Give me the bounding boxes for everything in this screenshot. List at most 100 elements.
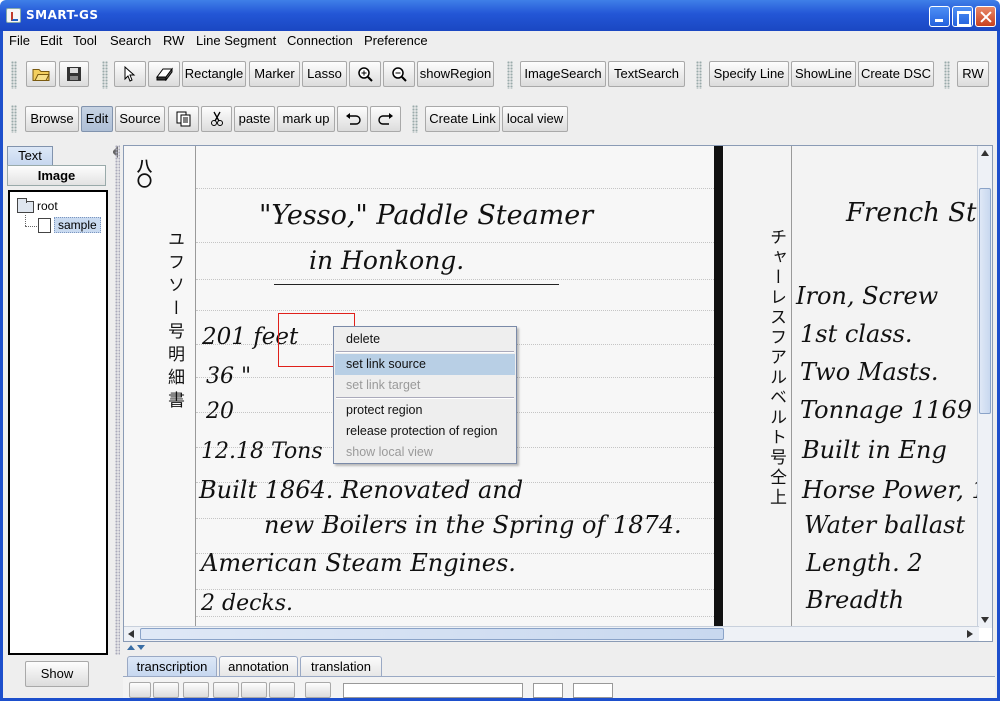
menu-search[interactable]: Search <box>110 33 151 48</box>
maximize-button[interactable] <box>952 6 973 27</box>
toolbar-grip[interactable] <box>11 105 17 133</box>
scroll-up-arrow-icon[interactable] <box>981 150 989 156</box>
vertical-japanese-title-right: チャーレスフアルベルト号仝上 <box>766 228 786 508</box>
show-region-button[interactable]: showRegion <box>417 61 494 87</box>
vertical-scroll-thumb[interactable] <box>979 188 991 414</box>
align-center-button[interactable] <box>241 682 267 698</box>
format-button[interactable] <box>183 682 209 698</box>
document-viewer[interactable]: 八〇 ユフソー号明細書 "Yesso," Paddle Steamer in H… <box>123 145 993 642</box>
tree-item-sample[interactable]: sample <box>54 217 101 233</box>
toolbar-grip[interactable] <box>944 61 950 89</box>
font-select[interactable] <box>343 683 523 698</box>
local-view-button[interactable]: local view <box>502 106 568 132</box>
manuscript-line: Horse Power, 1 <box>802 476 979 504</box>
show-line-button[interactable]: ShowLine <box>791 61 856 87</box>
horizontal-scrollbar[interactable] <box>124 626 979 641</box>
specify-line-button[interactable]: Specify Line <box>709 61 789 87</box>
close-button[interactable] <box>975 6 996 27</box>
menu-file[interactable]: File <box>9 33 30 48</box>
toolbar-grip[interactable] <box>696 61 702 89</box>
menu-item-set-link-target[interactable]: set link target <box>335 375 515 396</box>
scroll-right-arrow-icon[interactable] <box>967 630 973 638</box>
create-link-button[interactable]: Create Link <box>425 106 500 132</box>
horizontal-scroll-thumb[interactable] <box>140 628 724 640</box>
panel-splitter[interactable] <box>115 145 120 655</box>
manuscript-line: French Ste <box>846 198 979 228</box>
open-folder-icon <box>32 69 50 81</box>
toolbar-grip[interactable] <box>102 61 108 89</box>
document-icon <box>38 218 51 233</box>
align-right-button[interactable] <box>269 682 295 698</box>
menu-edit[interactable]: Edit <box>40 33 62 48</box>
open-button[interactable] <box>26 61 56 87</box>
scroll-left-arrow-icon[interactable] <box>128 630 134 638</box>
menu-line-segment[interactable]: Line Segment <box>196 33 276 48</box>
eraser-button[interactable] <box>148 61 180 87</box>
copy-button[interactable] <box>168 106 199 132</box>
manuscript-line: Built in Eng <box>802 436 947 464</box>
scroll-down-arrow-icon[interactable] <box>981 617 989 623</box>
toolbar-grip[interactable] <box>11 61 17 89</box>
tab-transcription[interactable]: transcription <box>127 656 217 676</box>
split-down-arrow-icon[interactable] <box>137 645 145 650</box>
menu-item-protect-region[interactable]: protect region <box>335 400 515 421</box>
format-button[interactable] <box>129 682 151 698</box>
ruled-line <box>196 188 714 189</box>
manuscript-line: Tonnage 1169 <box>800 396 973 424</box>
undo-button[interactable] <box>337 106 368 132</box>
menu-preference[interactable]: Preference <box>364 33 428 48</box>
vertical-scrollbar[interactable] <box>977 146 992 628</box>
menu-item-release-protection[interactable]: release protection of region <box>335 421 515 442</box>
size-select[interactable] <box>533 683 563 698</box>
mark-up-button[interactable]: mark up <box>277 106 335 132</box>
edit-mode-button[interactable]: Edit <box>81 106 113 132</box>
margin-line <box>791 146 792 628</box>
rw-button[interactable]: RW <box>957 61 989 87</box>
tab-annotation[interactable]: annotation <box>219 656 298 676</box>
format-button[interactable] <box>153 682 179 698</box>
tab-translation[interactable]: translation <box>300 656 382 676</box>
manuscript-line: 2 decks. <box>201 591 294 616</box>
tree-root[interactable]: root <box>37 199 58 213</box>
align-left-button[interactable] <box>213 682 239 698</box>
menu-item-delete[interactable]: delete <box>335 329 515 350</box>
zoom-out-button[interactable] <box>383 61 415 87</box>
manuscript-line: Iron, Screw <box>796 282 939 310</box>
marker-tool-button[interactable]: Marker <box>249 61 300 87</box>
paste-button[interactable]: paste <box>234 106 275 132</box>
create-dsc-button[interactable]: Create DSC <box>858 61 934 87</box>
zoom-in-button[interactable] <box>349 61 381 87</box>
save-button[interactable] <box>59 61 89 87</box>
tab-text[interactable]: Text <box>7 146 53 165</box>
text-search-button[interactable]: TextSearch <box>608 61 685 87</box>
java-app-icon <box>6 8 21 23</box>
manuscript-line: 36 " <box>206 364 252 389</box>
toolbar-grip[interactable] <box>507 61 513 89</box>
manuscript-line: in Honkong. <box>309 246 465 275</box>
eraser-icon <box>156 67 173 81</box>
show-button[interactable]: Show <box>25 661 89 687</box>
manuscript-line: 12.18 Tons <box>201 439 323 464</box>
menu-separator <box>336 351 514 353</box>
source-mode-button[interactable]: Source <box>115 106 165 132</box>
tab-image[interactable]: Image <box>7 165 106 186</box>
underline <box>274 284 559 285</box>
split-up-arrow-icon[interactable] <box>127 645 135 650</box>
menu-connection[interactable]: Connection <box>287 33 353 48</box>
redo-icon <box>377 113 393 125</box>
redo-button[interactable] <box>370 106 401 132</box>
menu-tool[interactable]: Tool <box>73 33 97 48</box>
image-search-button[interactable]: ImageSearch <box>520 61 606 87</box>
lasso-tool-button[interactable]: Lasso <box>302 61 347 87</box>
menu-item-show-local-view[interactable]: show local view <box>335 442 515 463</box>
rectangle-tool-button[interactable]: Rectangle <box>182 61 246 87</box>
browse-mode-button[interactable]: Browse <box>25 106 79 132</box>
toolbar-grip[interactable] <box>412 105 418 133</box>
menu-rw[interactable]: RW <box>163 33 184 48</box>
pointer-button[interactable] <box>114 61 146 87</box>
menu-item-set-link-source[interactable]: set link source <box>335 354 515 375</box>
cut-button[interactable] <box>201 106 232 132</box>
more-button[interactable] <box>305 682 331 698</box>
minimize-button[interactable] <box>929 6 950 27</box>
style-select[interactable] <box>573 683 613 698</box>
